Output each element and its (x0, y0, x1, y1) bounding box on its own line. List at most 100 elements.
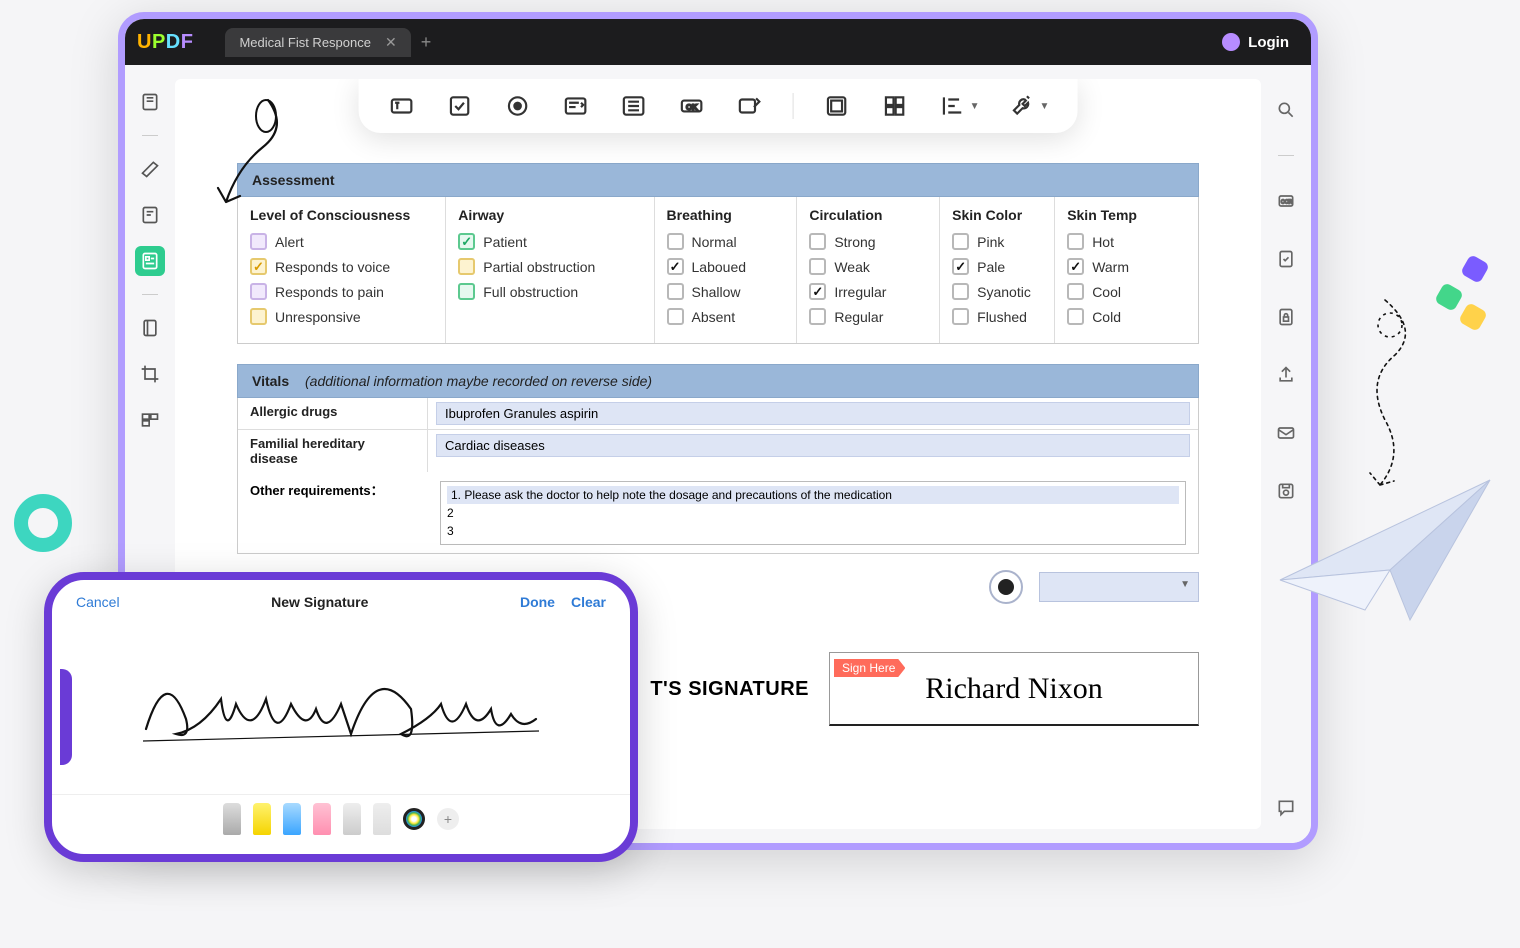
other-label: Other requirements： (250, 480, 384, 499)
checkbox-option[interactable]: Hot (1067, 233, 1186, 250)
option-label: Responds to voice (275, 259, 390, 275)
separator (142, 135, 158, 136)
avatar-icon (1222, 33, 1240, 51)
checkbox-option[interactable]: Absent (667, 308, 785, 325)
assessment-column: Breathing Normal Laboued Shallow Absent (655, 197, 798, 343)
signature-field[interactable]: Sign Here Richard Nixon (829, 652, 1199, 726)
vitals-row: Allergic drugsIbuprofen Granules aspirin (238, 398, 1198, 430)
search-icon[interactable] (1271, 95, 1301, 125)
tools-dropdown[interactable]: ▼ (1008, 91, 1050, 121)
radio-tool[interactable] (503, 91, 533, 121)
checkbox-option[interactable]: Unresponsive (250, 308, 433, 325)
column-header: Breathing (667, 207, 785, 223)
share-icon[interactable] (1271, 360, 1301, 390)
align-dropdown[interactable]: ▼ (938, 91, 980, 121)
checkbox-option[interactable]: Full obstruction (458, 283, 641, 300)
checkbox-option[interactable]: Warm (1067, 258, 1186, 275)
organize-icon[interactable] (135, 405, 165, 435)
comment-icon[interactable] (1271, 793, 1301, 823)
new-tab-button[interactable]: + (421, 32, 432, 53)
option-label: Patient (483, 234, 527, 250)
email-icon[interactable] (1271, 418, 1301, 448)
text-field-tool[interactable] (387, 91, 417, 121)
crop-icon[interactable] (135, 359, 165, 389)
option-label: Flushed (977, 309, 1027, 325)
edit-text-icon[interactable] (135, 200, 165, 230)
save-icon[interactable] (1271, 476, 1301, 506)
checkbox-icon (1067, 283, 1084, 300)
dropdown-tool[interactable] (561, 91, 591, 121)
checkbox-option[interactable]: Patient (458, 233, 641, 250)
checkbox-option[interactable]: Weak (809, 258, 927, 275)
checkbox-icon (952, 258, 969, 275)
other-requirements-box[interactable]: 1. Please ask the doctor to help note th… (440, 481, 1186, 545)
checkbox-option[interactable]: Alert (250, 233, 433, 250)
record-button[interactable] (989, 570, 1023, 604)
signature-label: T'S SIGNATURE (650, 678, 809, 701)
column-header: Airway (458, 207, 641, 223)
login-button[interactable]: Login (1212, 28, 1299, 56)
separator (142, 294, 158, 295)
row-value[interactable]: Ibuprofen Granules aspirin (428, 398, 1198, 429)
checkbox-option[interactable]: Pink (952, 233, 1042, 250)
ruler-tool[interactable] (373, 803, 391, 835)
listbox-tool[interactable] (619, 91, 649, 121)
checkbox-option[interactable]: Responds to voice (250, 258, 433, 275)
checkbox-option[interactable]: Cool (1067, 283, 1186, 300)
login-label: Login (1248, 34, 1289, 51)
checkbox-option[interactable]: Irregular (809, 283, 927, 300)
image-field-tool[interactable] (822, 91, 852, 121)
app-logo: UPDF (137, 31, 193, 54)
checkbox-option[interactable]: Laboued (667, 258, 785, 275)
annotate-icon[interactable] (135, 154, 165, 184)
pencil-tool[interactable] (343, 803, 361, 835)
clear-button[interactable]: Clear (571, 594, 606, 610)
checkbox-option[interactable]: Shallow (667, 283, 785, 300)
checkbox-option[interactable]: Syanotic (952, 283, 1042, 300)
row-label: Familial hereditary disease (238, 430, 428, 472)
ocr-icon[interactable]: OCR (1271, 186, 1301, 216)
signature-canvas[interactable] (52, 624, 630, 794)
signature-phone-modal: Cancel New Signature Done Clear + (44, 572, 638, 862)
cancel-button[interactable]: Cancel (76, 594, 120, 610)
signature-tool[interactable] (735, 91, 765, 121)
done-button[interactable]: Done (520, 594, 555, 610)
row-value[interactable]: Cardiac diseases (428, 430, 1198, 472)
option-label: Unresponsive (275, 309, 361, 325)
page-tools-icon[interactable] (135, 313, 165, 343)
record-select[interactable] (1039, 572, 1199, 602)
close-tab-icon[interactable]: ✕ (385, 34, 397, 51)
marker-tool[interactable] (283, 803, 301, 835)
checkbox-option[interactable]: Responds to pain (250, 283, 433, 300)
checkbox-icon (809, 233, 826, 250)
convert-icon[interactable] (1271, 244, 1301, 274)
wrench-icon (1008, 91, 1038, 121)
checkbox-option[interactable]: Regular (809, 308, 927, 325)
assessment-column: Airway Patient Partial obstruction Full obs… (446, 197, 654, 343)
highlighter-tool[interactable] (253, 803, 271, 835)
checkbox-tool[interactable] (445, 91, 475, 121)
thumbnails-icon[interactable] (135, 87, 165, 117)
option-label: Partial obstruction (483, 259, 595, 275)
checkbox-icon (952, 233, 969, 250)
checkbox-option[interactable]: Partial obstruction (458, 258, 641, 275)
color-picker[interactable] (403, 808, 425, 830)
checkbox-option[interactable]: Strong (809, 233, 927, 250)
protect-icon[interactable] (1271, 302, 1301, 332)
grid-tool[interactable] (880, 91, 910, 121)
checkbox-option[interactable]: Normal (667, 233, 785, 250)
svg-text:OK: OK (686, 102, 697, 111)
separator (1278, 155, 1294, 156)
document-tab[interactable]: Medical Fist Responce ✕ (225, 28, 410, 57)
pen-tool[interactable] (223, 803, 241, 835)
add-tool-button[interactable]: + (437, 808, 459, 830)
checkbox-option[interactable]: Cold (1067, 308, 1186, 325)
checkbox-option[interactable]: Flushed (952, 308, 1042, 325)
eraser-tool[interactable] (313, 803, 331, 835)
chevron-down-icon: ▼ (970, 101, 980, 112)
form-mode-icon[interactable] (135, 246, 165, 276)
column-header: Skin Temp (1067, 207, 1186, 223)
checkbox-option[interactable]: Pale (952, 258, 1042, 275)
button-tool[interactable]: OK (677, 91, 707, 121)
checkbox-icon (1067, 258, 1084, 275)
